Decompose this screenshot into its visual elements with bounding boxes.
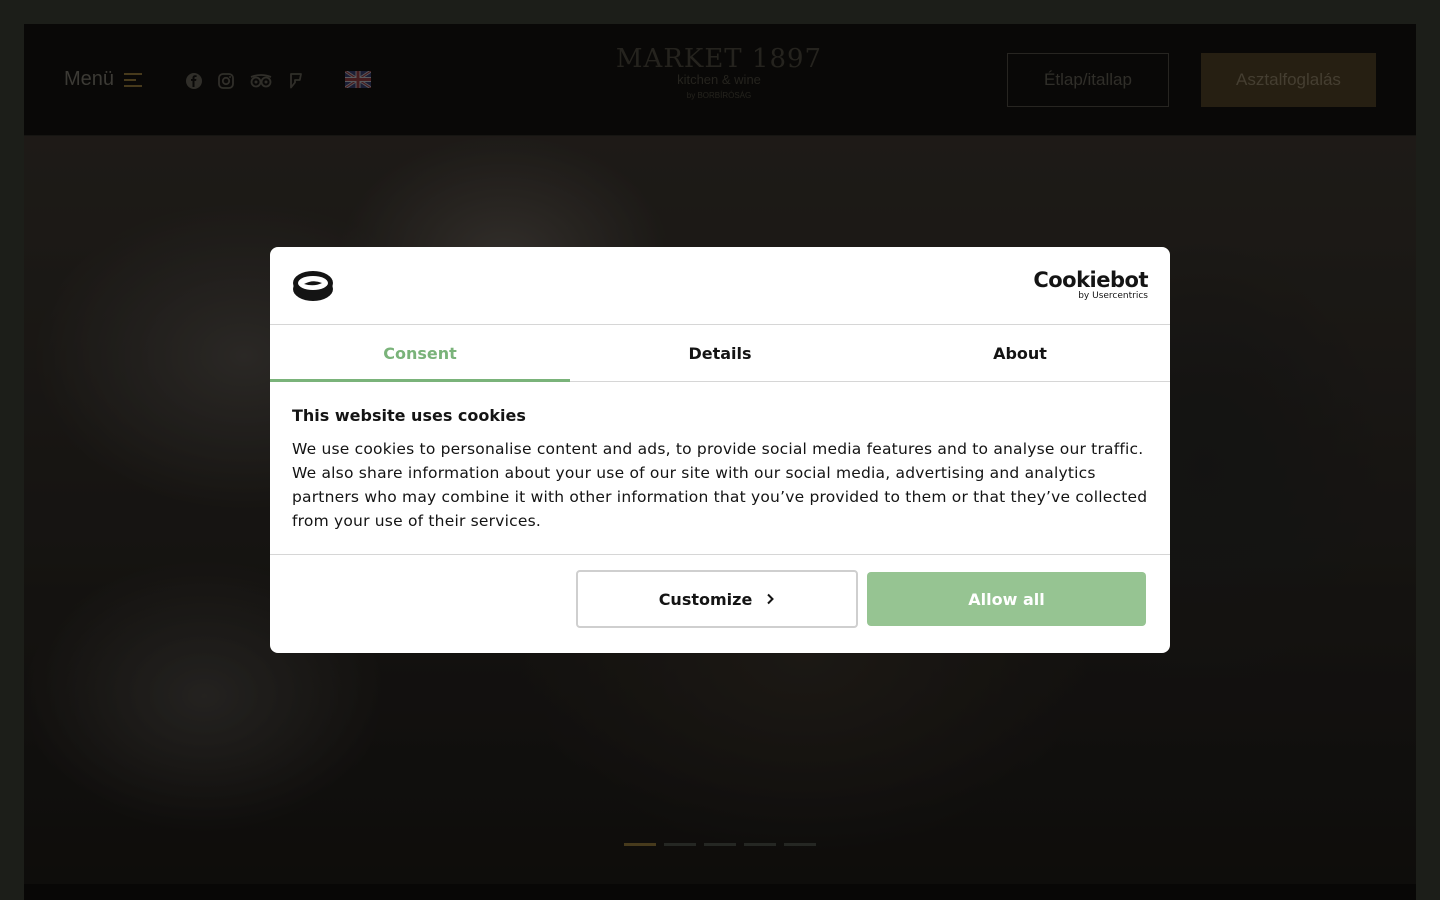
tab-details[interactable]: Details <box>570 325 870 381</box>
cookiebot-brand[interactable]: Cookiebot by Usercentrics <box>1033 269 1148 301</box>
dialog-title: This website uses cookies <box>292 406 526 425</box>
dialog-footer: Customize Allow all <box>270 555 1170 652</box>
tab-consent[interactable]: Consent <box>270 325 570 382</box>
customize-button[interactable]: Customize <box>576 570 858 628</box>
cookiebot-name: Cookiebot <box>1033 268 1148 292</box>
chevron-right-icon <box>767 593 775 605</box>
dialog-header: Cookiebot by Usercentrics <box>270 247 1170 325</box>
cookie-brand-logo-icon <box>293 271 333 301</box>
dialog-tabs: Consent Details About <box>270 325 1170 382</box>
allow-all-button[interactable]: Allow all <box>867 572 1146 626</box>
cookie-consent-dialog: Cookiebot by Usercentrics Consent Detail… <box>270 247 1170 653</box>
tab-about[interactable]: About <box>870 325 1170 381</box>
dialog-text: We use cookies to personalise content an… <box>292 440 1148 530</box>
dialog-body: This website uses cookies We use cookies… <box>270 382 1170 555</box>
customize-label: Customize <box>658 589 753 609</box>
cookiebot-sub: by Usercentrics <box>1078 291 1148 301</box>
